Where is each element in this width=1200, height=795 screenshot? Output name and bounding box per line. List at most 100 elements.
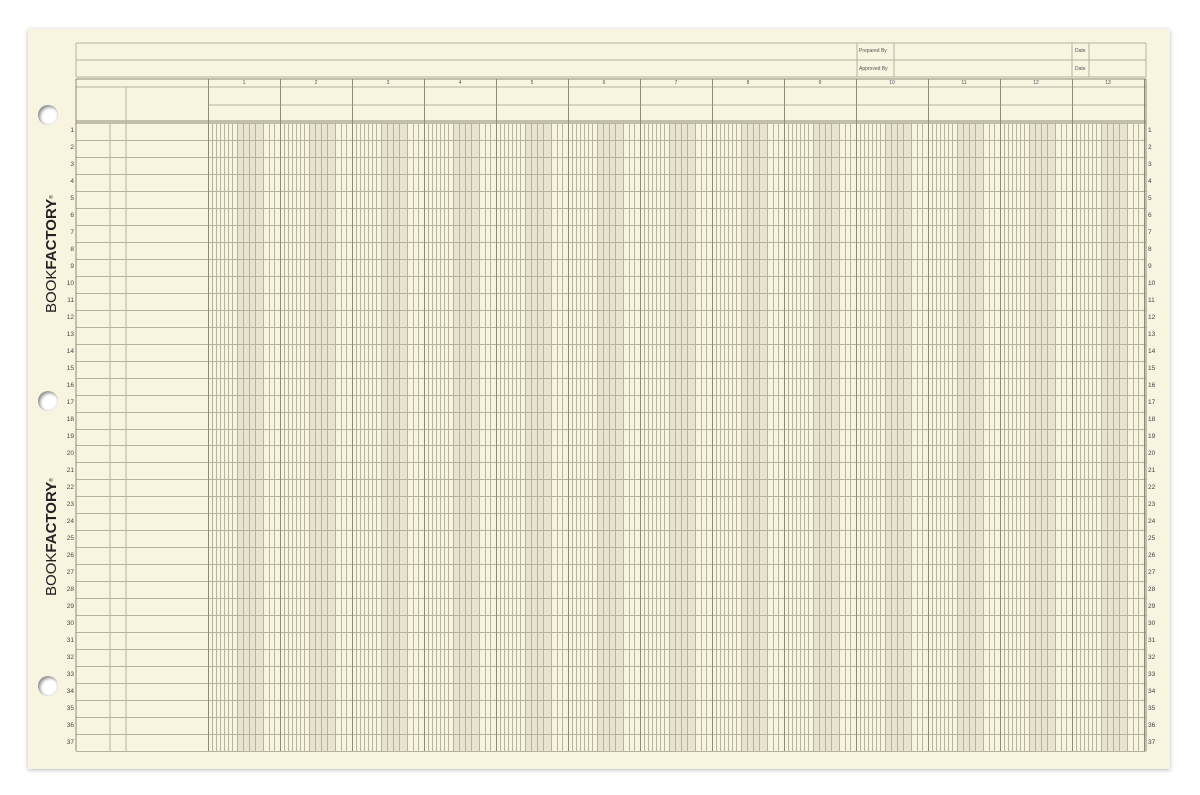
row-number-left: 12: [66, 314, 74, 322]
shaded-column-band: [813, 123, 839, 751]
shaded-column-band: [453, 123, 479, 751]
row-number-right: 12: [1148, 314, 1156, 322]
row-number-left: 32: [66, 653, 74, 661]
row-number-right: 18: [1148, 416, 1156, 424]
row-number-right: 27: [1148, 568, 1156, 576]
row-number-left: 35: [66, 704, 74, 712]
row-number-right: 30: [1148, 619, 1156, 627]
row-number-right: 15: [1148, 365, 1156, 373]
shaded-column-band: [741, 123, 767, 751]
row-number-right: 23: [1148, 500, 1156, 508]
row-number-right: 1: [1148, 127, 1152, 135]
row-number-right: 21: [1148, 466, 1156, 474]
row-number-right: 33: [1148, 670, 1156, 678]
column-number: 13: [1105, 80, 1111, 86]
row-number-right: 14: [1148, 348, 1156, 356]
shaded-column-band: [1101, 123, 1127, 751]
column-number: 2: [314, 80, 318, 86]
shaded-column-band: [669, 123, 695, 751]
row-number-left: 21: [66, 466, 74, 474]
row-number-right: 35: [1148, 704, 1156, 712]
prepared-by-label: Prepared By: [859, 48, 887, 54]
row-number-right: 11: [1148, 297, 1155, 305]
column-number: 7: [674, 80, 678, 86]
row-number-left: 34: [66, 687, 74, 695]
column-number: 9: [818, 80, 822, 86]
column-number: 11: [961, 80, 967, 86]
column-number: 3: [386, 80, 390, 86]
row-number-left: 31: [66, 636, 74, 644]
row-number-left: 30: [66, 619, 74, 627]
row-number-left: 23: [66, 500, 74, 508]
column-number: 10: [889, 80, 895, 86]
row-number-left: 24: [66, 517, 74, 525]
row-number-left: 37: [66, 738, 74, 746]
row-number-left: 33: [66, 670, 74, 678]
row-number-right: 17: [1148, 399, 1156, 407]
row-number-right: 34: [1148, 687, 1156, 695]
row-number-left: 15: [66, 365, 74, 373]
row-number-left: 3: [70, 161, 74, 169]
row-number-left: 9: [70, 263, 74, 271]
row-number-left: 2: [70, 144, 74, 152]
column-number: 8: [746, 80, 750, 86]
row-number-right: 2: [1148, 144, 1152, 152]
row-number-right: 37: [1148, 738, 1156, 746]
column-number: 5: [530, 80, 534, 86]
column-number: 1: [242, 80, 246, 86]
row-number-right: 20: [1148, 449, 1156, 457]
row-number-right: 24: [1148, 517, 1156, 525]
row-number-right: 36: [1148, 721, 1156, 729]
row-number-left: 4: [70, 178, 74, 186]
shaded-column-band: [597, 123, 623, 751]
row-number-left: 16: [66, 382, 74, 390]
shaded-column-band: [309, 123, 335, 751]
row-number-left: 1: [70, 127, 74, 135]
row-number-left: 29: [66, 602, 74, 610]
row-number-left: 6: [70, 212, 74, 220]
row-number-right: 16: [1148, 382, 1156, 390]
row-number-left: 27: [66, 568, 74, 576]
row-number-right: 29: [1148, 602, 1156, 610]
prepared-date-label: Date: [1075, 48, 1086, 54]
row-number-left: 8: [70, 246, 74, 254]
row-number-right: 13: [1148, 331, 1156, 339]
row-number-right: 9: [1148, 263, 1152, 271]
shaded-column-band: [237, 123, 263, 751]
row-number-left: 28: [66, 585, 74, 593]
shaded-column-band: [1029, 123, 1055, 751]
row-number-right: 32: [1148, 653, 1156, 661]
row-number-right: 3: [1148, 161, 1152, 169]
row-number-left: 36: [66, 721, 74, 729]
approved-date-label: Date: [1075, 66, 1086, 72]
row-number-left: 26: [66, 551, 74, 559]
row-number-right: 26: [1148, 551, 1156, 559]
row-number-right: 5: [1148, 195, 1152, 203]
row-number-left: 7: [70, 229, 74, 237]
row-number-right: 6: [1148, 212, 1152, 220]
row-number-right: 7: [1148, 229, 1152, 237]
row-number-left: 18: [66, 416, 74, 424]
row-number-left: 25: [66, 534, 74, 542]
row-number-left: 17: [66, 399, 74, 407]
row-number-right: 10: [1148, 280, 1156, 288]
row-number-left: 20: [66, 449, 74, 457]
row-number-right: 19: [1148, 433, 1156, 440]
row-number-right: 8: [1148, 246, 1152, 254]
row-number-right: 22: [1148, 483, 1156, 491]
row-number-right: 4: [1148, 178, 1152, 186]
row-number-left: 19: [66, 433, 74, 440]
row-number-left: 14: [66, 348, 74, 356]
column-number: 4: [458, 80, 462, 86]
shaded-column-band: [525, 123, 551, 751]
row-number-left: 5: [70, 195, 74, 203]
column-number: 12: [1033, 80, 1039, 86]
shaded-column-band: [885, 123, 911, 751]
shaded-column-band: [957, 123, 983, 751]
row-number-left: 11: [67, 297, 74, 305]
row-number-right: 28: [1148, 585, 1156, 593]
approved-by-label: Approved By: [859, 66, 888, 72]
row-number-right: 31: [1148, 636, 1156, 644]
row-number-right: 25: [1148, 534, 1156, 542]
row-number-left: 22: [66, 483, 74, 491]
